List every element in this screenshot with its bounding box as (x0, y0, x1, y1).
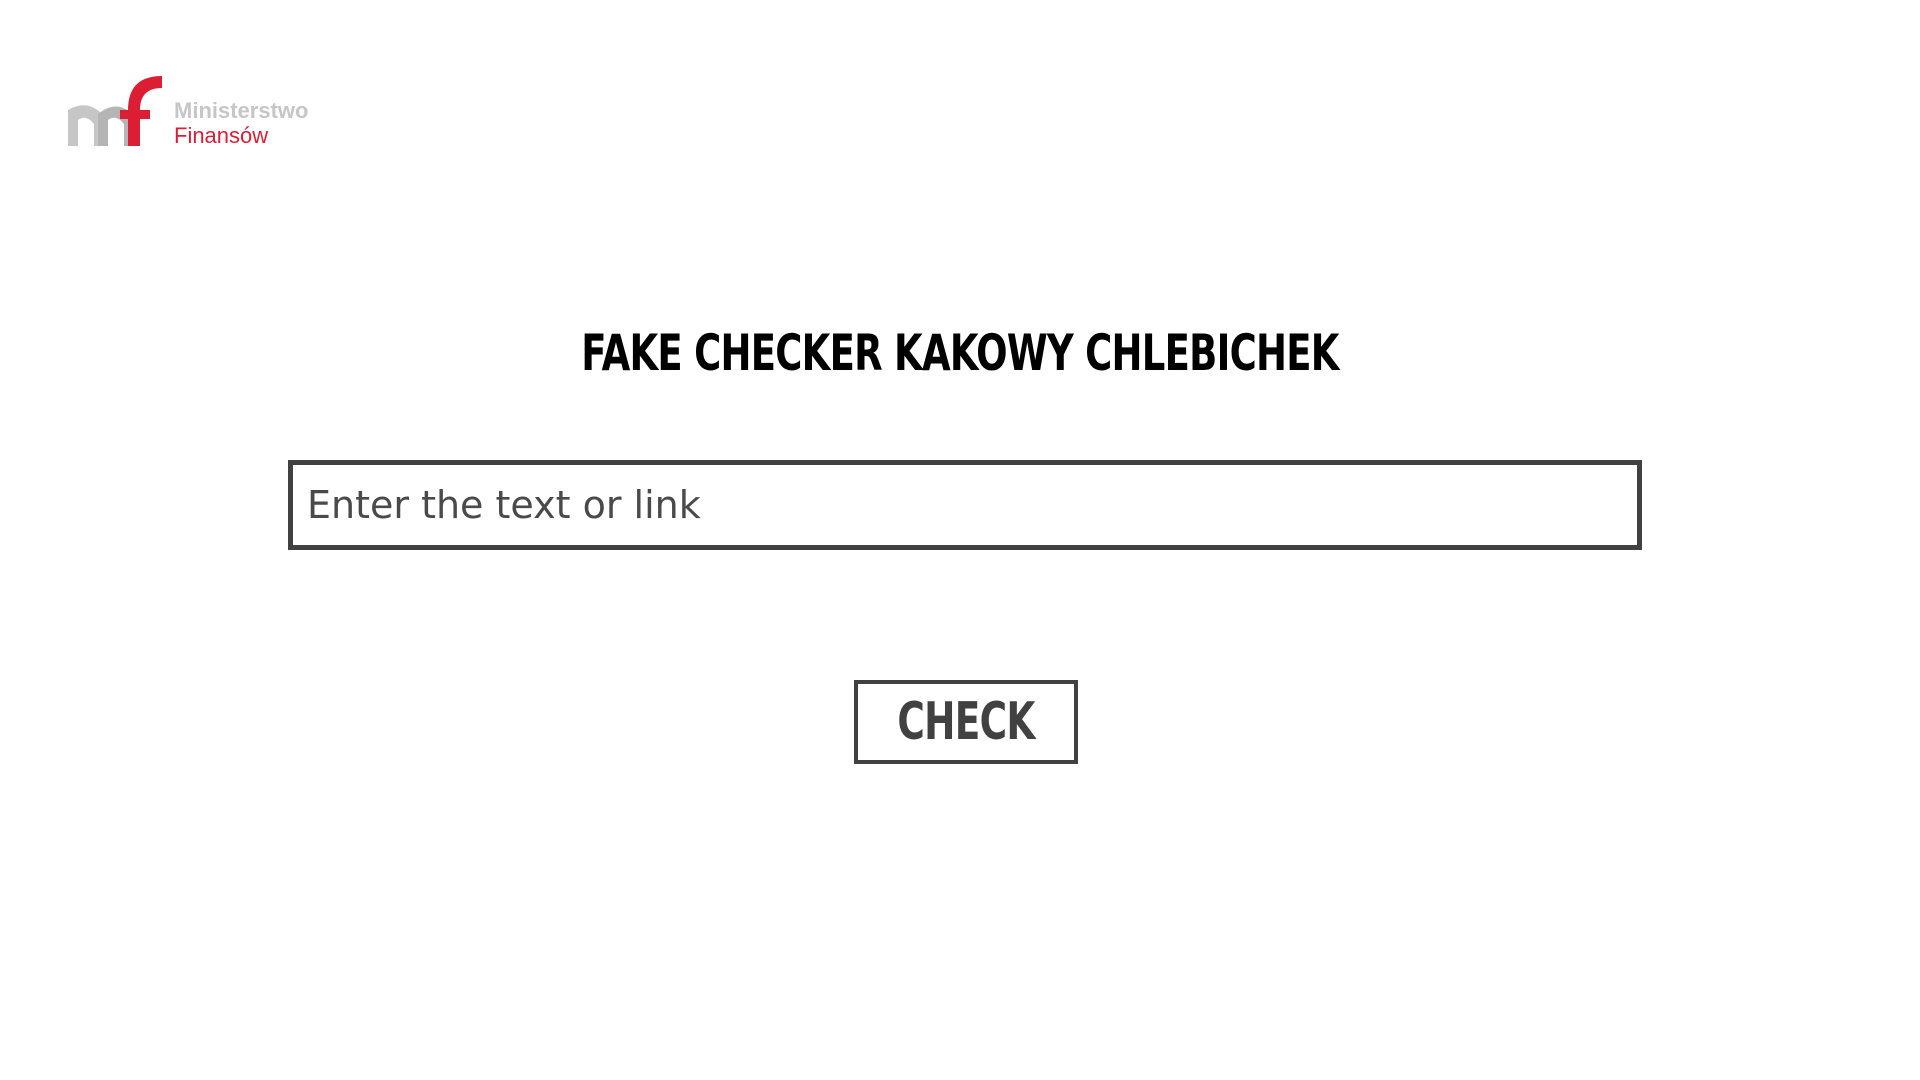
search-field-container (288, 460, 1642, 550)
ministry-logo[interactable]: Ministerstwo Finansów (68, 76, 338, 152)
logo-line-finansow: Finansów (174, 123, 269, 148)
mf-logo-mark-icon (68, 76, 162, 146)
check-button-label: CHECK (897, 692, 1035, 752)
logo-line-ministerstwo: Ministerstwo (174, 98, 309, 123)
check-button[interactable]: CHECK (854, 680, 1078, 764)
page: Ministerstwo Finansów FAKE CHECKER KAKOW… (0, 0, 1920, 1080)
logo-text: Ministerstwo Finansów (174, 98, 308, 148)
page-title: FAKE CHECKER KAKOWY CHLEBICHEK (581, 324, 1339, 382)
search-input[interactable] (293, 465, 1637, 545)
